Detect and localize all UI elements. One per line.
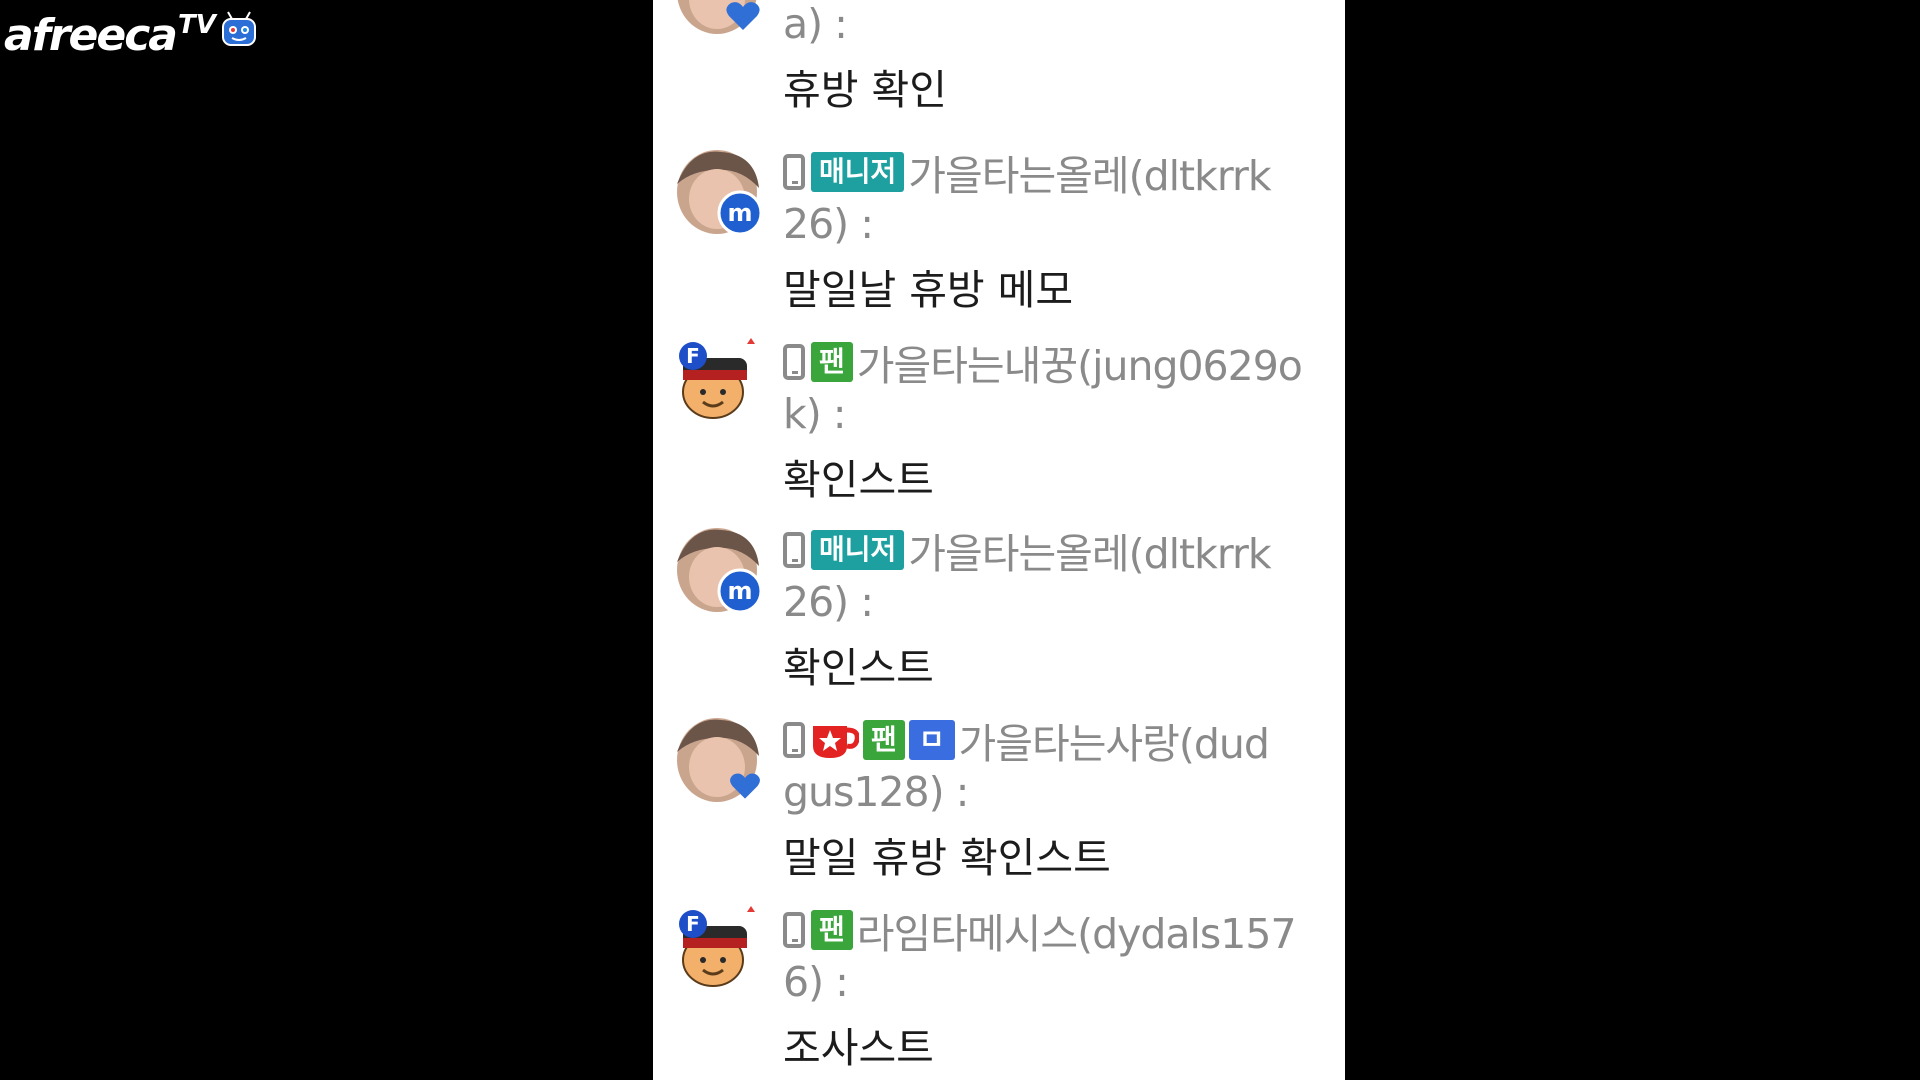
manager-badge: 매니저: [811, 530, 905, 570]
message-username-cont[interactable]: k) :: [783, 390, 847, 438]
svg-text:m: m: [727, 577, 752, 605]
message-header: 팬 라임타메시스(dydals157: [783, 902, 1345, 958]
svg-text:F: F: [686, 344, 700, 368]
message-username[interactable]: 가을타는사랑(dud: [959, 712, 1270, 768]
message-username-cont[interactable]: 26) :: [783, 200, 874, 248]
message-username-cont[interactable]: 26) :: [783, 578, 874, 626]
support-cup-icon: [813, 726, 859, 758]
avatar[interactable]: [671, 0, 763, 36]
fan-badge: 팬: [811, 342, 853, 382]
message-header: 매니저 가을타는올레(dltkrrk: [783, 144, 1345, 200]
message-username-cont[interactable]: 6) :: [783, 958, 849, 1006]
message-text: 조사스트: [783, 1024, 934, 1072]
message-header: 팬 ㅁ 가을타는사랑(dud: [783, 712, 1345, 768]
avatar[interactable]: m: [671, 522, 763, 614]
avatar[interactable]: m: [671, 144, 763, 236]
mobile-icon: [783, 344, 805, 380]
mobile-m-badge-icon: m: [717, 190, 763, 236]
message-header: 매니저 가을타는올레(dltkrrk: [783, 522, 1345, 578]
avatar[interactable]: F: [671, 902, 763, 994]
mobile-m-badge-icon: m: [717, 568, 763, 614]
message-text: 휴방 확인: [783, 66, 947, 114]
fan-character-icon: F: [671, 902, 763, 994]
message-username[interactable]: a) :: [783, 0, 848, 48]
message-text: 말일 휴방 확인스트: [783, 834, 1111, 882]
message-username[interactable]: 가을타는올레(dltkrrk: [908, 522, 1271, 578]
message-username[interactable]: 가을타는올레(dltkrrk: [908, 144, 1271, 200]
mobile-icon: [783, 912, 805, 948]
avatar[interactable]: F: [671, 334, 763, 426]
mobile-icon: [783, 154, 805, 190]
manager-badge: 매니저: [811, 152, 905, 192]
mobile-icon: [783, 532, 805, 568]
mobile-icon: [783, 722, 805, 758]
svg-text:F: F: [686, 912, 700, 936]
svg-text:m: m: [727, 199, 752, 227]
logo-tv-text: TV: [178, 10, 216, 40]
chat-panel[interactable]: a) : 휴방 확인 m 매니저 가을타는올레(dltkrrk 26) : 말일…: [653, 0, 1345, 1080]
subscriber-badge: ㅁ: [908, 720, 955, 760]
logo-text: afreeca: [4, 9, 178, 61]
message-text: 말일날 휴방 메모: [783, 266, 1074, 314]
fan-character-icon: F: [671, 334, 763, 426]
fan-badge: 팬: [811, 910, 853, 950]
heart-icon: [730, 773, 760, 799]
afreecatv-logo: afreeca TV: [4, 6, 258, 64]
message-header: 팬 가을타는내꿍(jung0629o: [783, 334, 1345, 390]
message-text: 확인스트: [783, 644, 934, 692]
message-username-cont[interactable]: gus128) :: [783, 768, 969, 816]
avatar[interactable]: [671, 712, 763, 804]
tv-mascot-icon: [221, 11, 256, 46]
message-username[interactable]: 라임타메시스(dydals157: [857, 902, 1297, 958]
message-text: 확인스트: [783, 456, 934, 504]
fan-badge: 팬: [863, 720, 905, 760]
message-username[interactable]: 가을타는내꿍(jung0629o: [857, 334, 1303, 390]
heart-icon: [726, 2, 760, 30]
